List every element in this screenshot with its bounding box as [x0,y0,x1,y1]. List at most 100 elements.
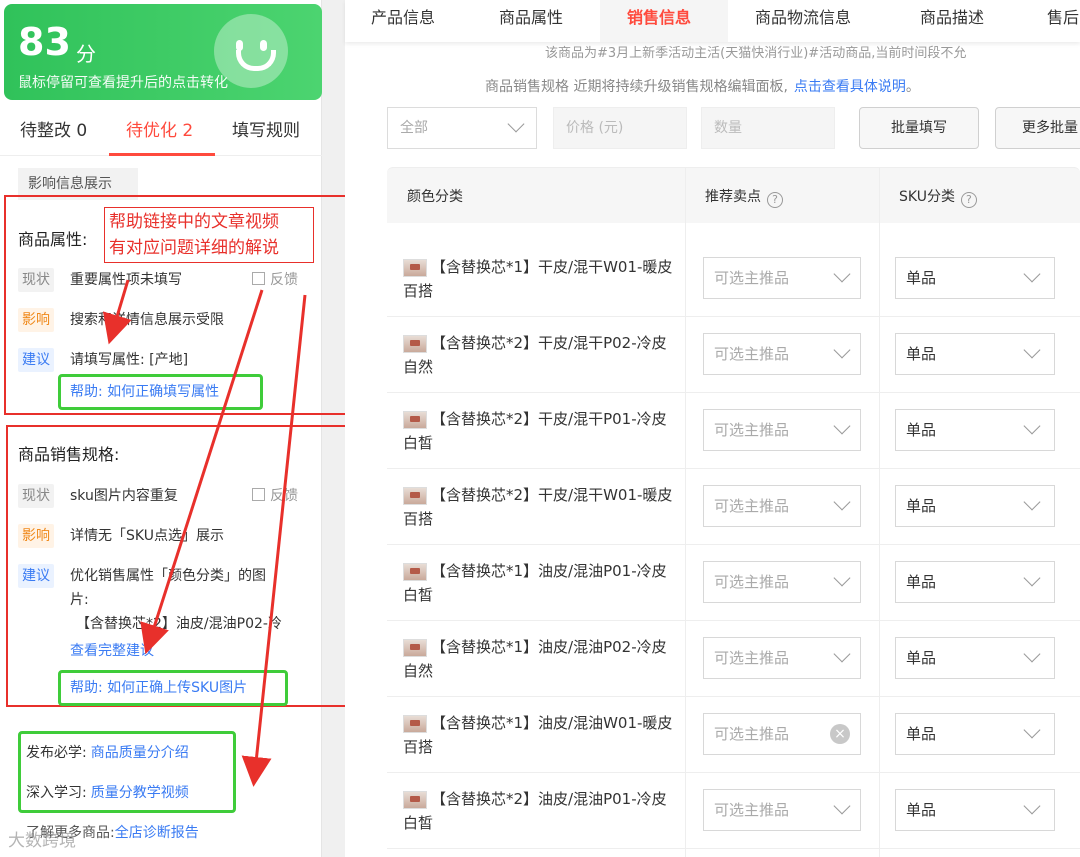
selling-point-value: 可选主推品 [714,573,790,591]
tab-logistics-info[interactable]: 商品物流信息 [755,4,851,28]
selling-point-select[interactable]: 可选主推品 [703,485,861,527]
spec-info-tail: 。 [905,79,920,95]
header-selling-point-label: 推荐卖点 [705,189,761,205]
table-row: 【含替换芯*1】油皮/混油W01-暖皮百搭 可选主推品 × 单品 [387,697,1080,773]
table-row: 【含替换芯*1】油皮/混油P02-冷皮自然 可选主推品 单品 [387,621,1080,697]
sku-category-select[interactable]: 单品 [895,637,1055,679]
tab-fill-rules[interactable]: 填写规则 [232,116,300,141]
price-input[interactable]: 价格 (元) [553,107,687,149]
chevron-down-icon [833,265,851,283]
help-icon[interactable]: ? [767,192,783,208]
attr-help-link[interactable]: 帮助: 如何正确填写属性 [70,380,219,404]
clear-icon[interactable]: × [830,724,850,744]
chevron-down-icon [833,493,851,511]
batch-fill-button[interactable]: 批量填写 [859,107,979,149]
sku-category-value: 单品 [906,725,937,743]
annotation-line-2: 有对应问题详细的解说 [109,238,279,258]
table-row: 【含替换芯*2】干皮/混干P01-冷皮白皙 可选主推品 单品 [387,393,1080,469]
view-full-suggestion-link[interactable]: 查看完整建议 [70,639,154,663]
filter-select-value: 全部 [400,120,428,136]
edit-icon [252,488,265,501]
selling-point-value: 可选主推品 [714,497,790,515]
sales-feedback-button[interactable]: 反馈 [252,484,298,508]
score-card[interactable]: 83 分 鼠标停留可查看提升后的点击转化 [4,4,322,100]
tab-to-fix[interactable]: 待整改 0 [20,116,87,141]
selling-point-select[interactable]: 可选主推品 [703,333,861,375]
sku-category-select[interactable]: 单品 [895,257,1055,299]
sku-category-select[interactable]: 单品 [895,333,1055,375]
sku-table: 颜色分类 推荐卖点? SKU分类? 【含替换芯*1】干皮/混干W01-暖皮百搭 … [387,167,1080,857]
sales-help-link[interactable]: 帮助: 如何正确上传SKU图片 [70,676,247,700]
help-icon[interactable]: ? [960,192,977,208]
quality-score-intro-link[interactable]: 商品质量分介绍 [91,745,189,761]
tab-product-attributes[interactable]: 商品属性 [499,4,563,28]
sku-category-select[interactable]: 单品 [895,485,1055,527]
header-color-category: 颜色分类 [407,189,463,205]
selling-point-select[interactable]: 可选主推品 [703,561,861,603]
attr-section-title: 商品属性: [18,230,88,249]
selling-point-value: 可选主推品 [714,725,790,743]
selling-point-select[interactable]: 可选主推品 × [703,713,861,755]
learn-line-1-label: 发布必学: [26,745,87,761]
chevron-down-icon [833,417,851,435]
sku-category-value: 单品 [906,801,937,819]
table-row: 【含替换芯*2】干皮/混干P02-冷皮自然 可选主推品 单品 [387,317,1080,393]
spec-info-link[interactable]: 点击查看具体说明 [794,79,906,95]
quantity-input[interactable]: 数量 [701,107,835,149]
annotation-line-1: 帮助链接中的文章视频 [109,212,279,232]
tab-product-description[interactable]: 商品描述 [920,4,984,28]
score-hint: 鼠标停留可查看提升后的点击转化 [18,75,228,91]
attr-suggest-tag: 建议 [18,348,54,372]
tab-product-info[interactable]: 产品信息 [371,4,435,28]
chevron-down-icon [1023,493,1041,511]
sales-suggest-tag: 建议 [18,564,54,588]
chevron-down-icon [833,645,851,663]
tab-after-sales[interactable]: 售后 [1047,4,1079,28]
selling-point-select[interactable]: 可选主推品 [703,637,861,679]
table-row: 【含替换芯*1】干皮/混干W01-暖皮百搭 可选主推品 单品 [387,241,1080,317]
active-tab-underline [109,153,215,156]
product-edit-panel: 产品信息 商品属性 销售信息 商品物流信息 商品描述 售后 该商品为#3月上新季… [345,0,1080,857]
table-header: 颜色分类 推荐卖点? SKU分类? [387,167,1080,223]
annotation-note: 帮助链接中的文章视频 有对应问题详细的解说 [104,207,314,263]
chevron-down-icon [1023,417,1041,435]
chevron-down-icon [1023,569,1041,587]
learn-line-2: 深入学习: 质量分教学视频 [26,782,189,802]
sku-name: 【含替换芯*1】干皮/混干W01-暖皮百搭 [403,258,673,300]
header-sku-category: SKU分类? [899,186,977,208]
more-batch-button[interactable]: 更多批量 [995,107,1080,149]
table-row: 【含替换芯*2】干皮/混干W01-暖皮百搭 可选主推品 单品 [387,469,1080,545]
chevron-down-icon [833,797,851,815]
header-sku-category-label: SKU分类 [899,189,955,205]
chevron-down-icon [1023,265,1041,283]
score-value: 83 [18,20,71,64]
selling-point-select[interactable]: 可选主推品 [703,257,861,299]
selling-point-value: 可选主推品 [714,345,790,363]
sku-category-select[interactable]: 单品 [895,713,1055,755]
selling-point-value: 可选主推品 [714,649,790,667]
tab-sales-info[interactable]: 销售信息 [627,4,691,28]
quality-score-panel: 83 分 鼠标停留可查看提升后的点击转化 待整改 0 待优化 2 填写规则 影响… [0,0,366,857]
attr-feedback-button[interactable]: 反馈 [252,268,298,292]
quality-score-video-link[interactable]: 质量分教学视频 [91,785,189,801]
smile-icon [214,14,288,88]
sales-section-title: 商品销售规格: [18,445,120,464]
sku-category-value: 单品 [906,421,937,439]
issue-tabs: 待整改 0 待优化 2 填写规则 [0,100,322,156]
spec-info-text: 商品销售规格 近期将持续升级销售规格编辑面板, [485,79,788,95]
tab-to-optimize[interactable]: 待优化 2 [126,116,193,141]
sku-category-select[interactable]: 单品 [895,789,1055,831]
sales-now-text: sku图片内容重复 [70,488,178,504]
selling-point-select[interactable]: 可选主推品 [703,789,861,831]
store-diagnosis-link[interactable]: 全店诊断报告 [115,825,199,841]
attr-now-text: 重要属性项未填写 [70,272,182,288]
sku-category-select[interactable]: 单品 [895,561,1055,603]
selling-point-select[interactable]: 可选主推品 [703,409,861,451]
sku-category-select[interactable]: 单品 [895,409,1055,451]
learn-line-1: 发布必学: 商品质量分介绍 [26,742,189,762]
filter-select[interactable]: 全部 [387,107,537,149]
score-unit: 分 [76,42,96,66]
chevron-down-icon [833,341,851,359]
chevron-down-icon [1023,721,1041,739]
learn-line-2-label: 深入学习: [26,785,87,801]
